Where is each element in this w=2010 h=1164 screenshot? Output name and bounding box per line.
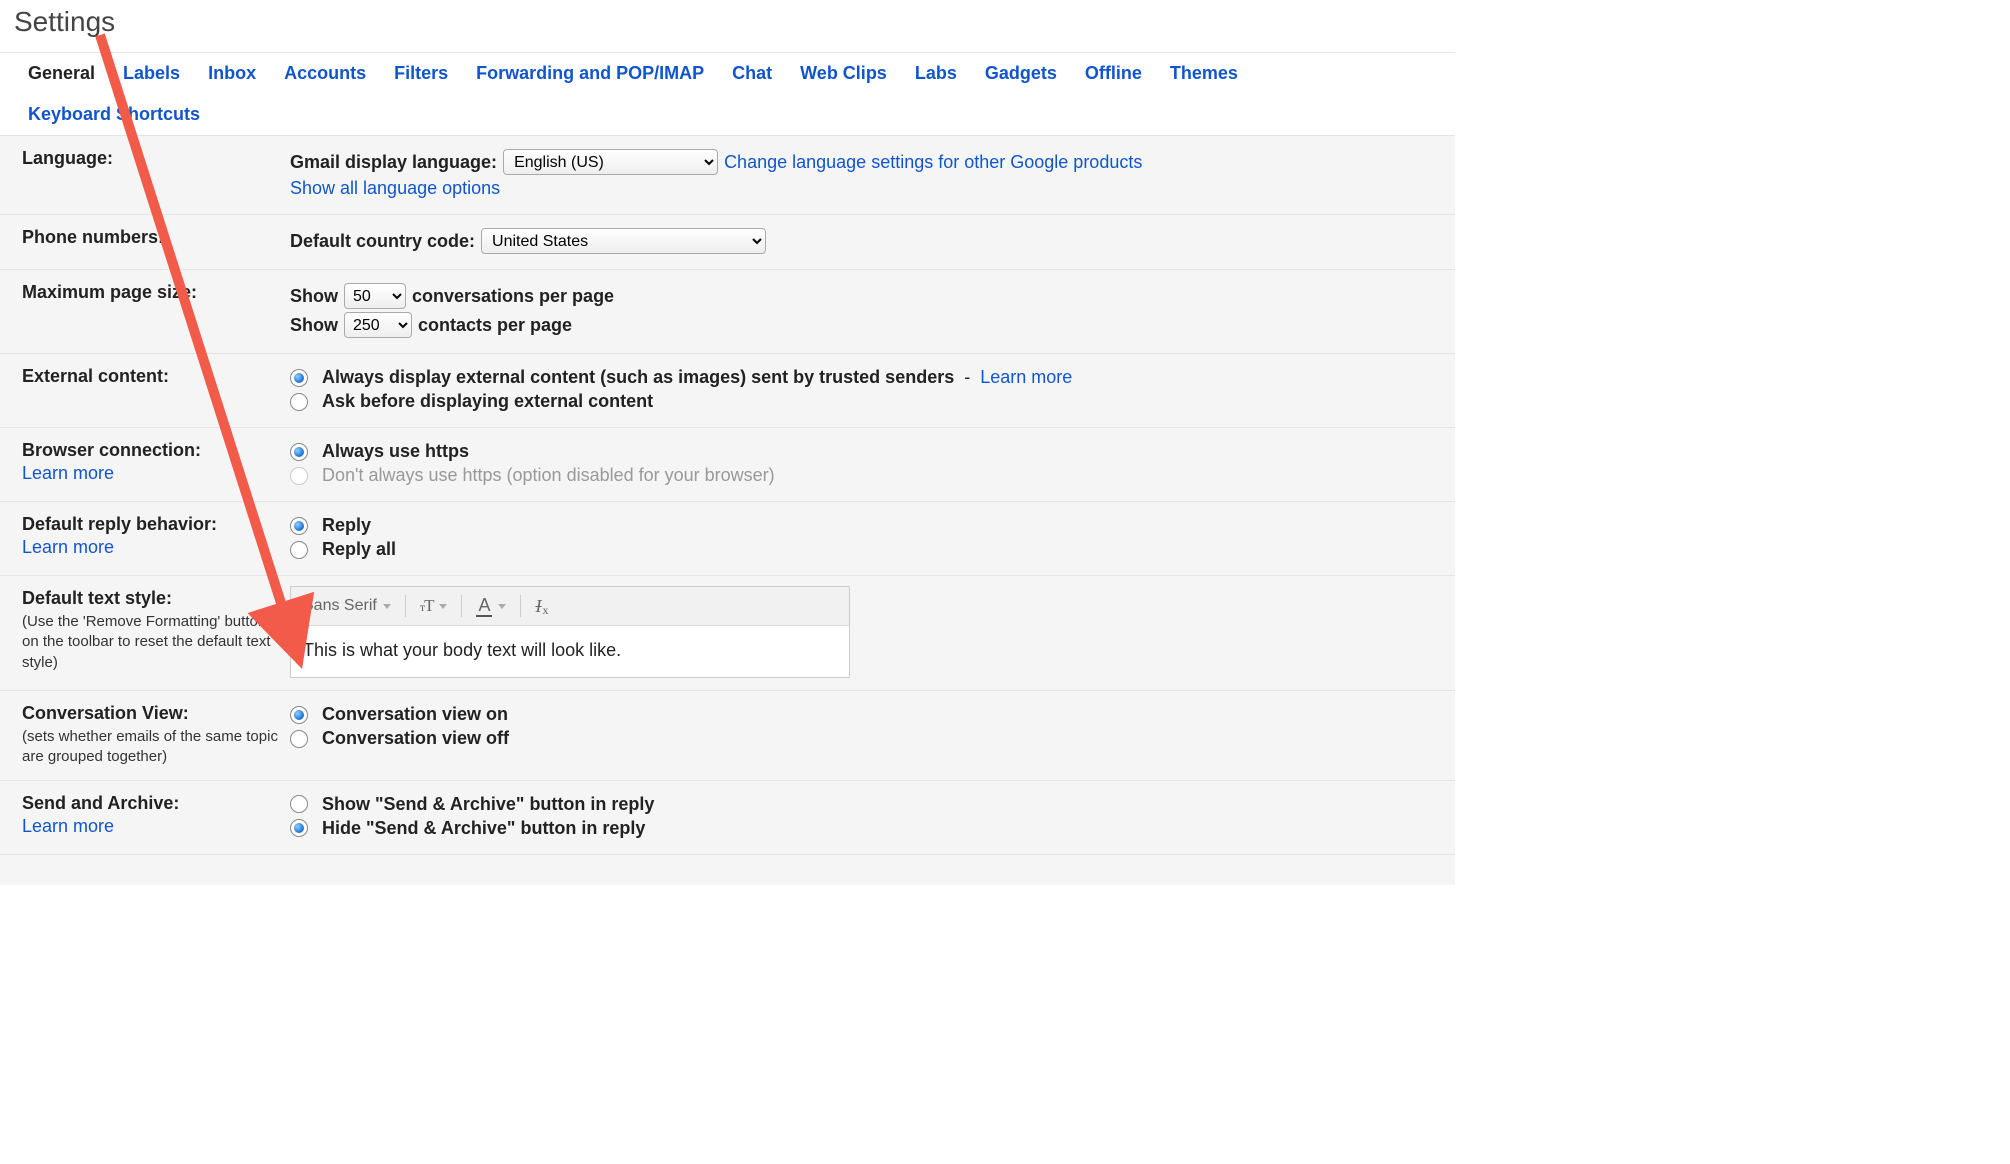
tab-web-clips[interactable]: Web Clips	[786, 53, 901, 94]
always-https-label: Always use https	[322, 441, 469, 462]
reply-label: Reply	[322, 515, 371, 536]
show-send-archive-label: Show "Send & Archive" button in reply	[322, 794, 654, 815]
row-default-reply: Default reply behavior: Learn more Reply…	[0, 502, 1455, 576]
tab-filters[interactable]: Filters	[380, 53, 462, 94]
conversation-off-label: Conversation view off	[322, 728, 509, 749]
dash: -	[964, 367, 970, 388]
tab-general[interactable]: General	[14, 53, 109, 94]
chevron-down-icon	[383, 604, 391, 609]
external-learn-more-link[interactable]: Learn more	[980, 367, 1072, 388]
dont-always-https-label: Don't always use https (option disabled …	[322, 465, 775, 486]
font-size-dropdown[interactable]: тT	[420, 596, 448, 616]
toolbar-separator	[461, 595, 462, 617]
radio-always-https[interactable]	[290, 443, 308, 461]
radio-show-send-archive[interactable]	[290, 795, 308, 813]
tab-keyboard-shortcuts[interactable]: Keyboard Shortcuts	[14, 94, 214, 135]
tab-gadgets[interactable]: Gadgets	[971, 53, 1071, 94]
reply-learn-more-link[interactable]: Learn more	[22, 537, 282, 558]
label-phone-numbers: Phone numbers:	[0, 225, 290, 257]
label-conversation-view: Conversation View:	[22, 703, 189, 723]
row-phone-numbers: Phone numbers: Default country code: Uni…	[0, 215, 1455, 270]
text-color-icon: A	[476, 596, 492, 617]
change-language-link[interactable]: Change language settings for other Googl…	[724, 152, 1142, 173]
country-code-select[interactable]: United States	[481, 228, 766, 254]
toolbar-separator	[405, 595, 406, 617]
send-archive-learn-more-link[interactable]: Learn more	[22, 816, 282, 837]
radio-dont-always-https	[290, 467, 308, 485]
row-browser-connection: Browser connection: Learn more Always us…	[0, 428, 1455, 502]
remove-formatting-button[interactable]: Ix	[535, 596, 547, 617]
tab-chat[interactable]: Chat	[718, 53, 786, 94]
label-max-page-size: Maximum page size:	[0, 280, 290, 341]
chevron-down-icon	[439, 604, 447, 609]
tab-accounts[interactable]: Accounts	[270, 53, 380, 94]
text-style-editor: Sans Serif тT A	[290, 586, 850, 678]
show-word-2: Show	[290, 315, 338, 336]
text-color-dropdown[interactable]: A	[476, 596, 506, 617]
contacts-per-page-select[interactable]: 250	[344, 312, 412, 338]
tabs-bar: GeneralLabelsInboxAccountsFiltersForward…	[0, 52, 1455, 136]
show-word-1: Show	[290, 286, 338, 307]
row-send-and-archive: Send and Archive: Learn more Show "Send …	[0, 781, 1455, 855]
radio-reply-all[interactable]	[290, 541, 308, 559]
label-default-text-style: Default text style:	[22, 588, 172, 608]
row-default-text-style: Default text style: (Use the 'Remove For…	[0, 576, 1455, 691]
label-default-reply: Default reply behavior:	[22, 514, 217, 534]
external-ask-label: Ask before displaying external content	[322, 391, 653, 412]
radio-external-ask[interactable]	[290, 393, 308, 411]
conversations-per-page-label: conversations per page	[412, 286, 614, 307]
toolbar-separator	[520, 595, 521, 617]
tab-themes[interactable]: Themes	[1156, 53, 1252, 94]
label-browser-connection: Browser connection:	[22, 440, 201, 460]
contacts-per-page-label: contacts per page	[418, 315, 572, 336]
font-family-dropdown[interactable]: Sans Serif	[303, 597, 391, 615]
row-language: Language: Gmail display language: Englis…	[0, 136, 1455, 215]
tab-inbox[interactable]: Inbox	[194, 53, 270, 94]
label-language: Language:	[0, 146, 290, 202]
row-max-page-size: Maximum page size: Show 50 conversations…	[0, 270, 1455, 354]
chevron-down-icon	[498, 604, 506, 609]
label-send-and-archive: Send and Archive:	[22, 793, 179, 813]
remove-formatting-icon: Ix	[535, 596, 547, 617]
hint-default-text-style: (Use the 'Remove Formatting' button on t…	[22, 612, 282, 673]
settings-body: Language: Gmail display language: Englis…	[0, 136, 1455, 885]
gmail-display-language-label: Gmail display language:	[290, 152, 497, 173]
reply-all-label: Reply all	[322, 539, 396, 560]
show-all-language-options-link[interactable]: Show all language options	[290, 178, 500, 199]
tab-labels[interactable]: Labels	[109, 53, 194, 94]
language-select[interactable]: English (US)	[503, 149, 718, 175]
radio-hide-send-archive[interactable]	[290, 819, 308, 837]
text-style-preview: This is what your body text will look li…	[291, 626, 849, 677]
radio-conversation-off[interactable]	[290, 730, 308, 748]
label-external-content: External content:	[0, 364, 290, 415]
radio-reply[interactable]	[290, 517, 308, 535]
row-conversation-view: Conversation View: (sets whether emails …	[0, 691, 1455, 781]
font-family-name: Sans Serif	[303, 597, 377, 615]
radio-conversation-on[interactable]	[290, 706, 308, 724]
row-external-content: External content: Always display externa…	[0, 354, 1455, 428]
radio-external-always[interactable]	[290, 369, 308, 387]
browser-learn-more-link[interactable]: Learn more	[22, 463, 282, 484]
hint-conversation-view: (sets whether emails of the same topic a…	[22, 727, 282, 768]
tab-offline[interactable]: Offline	[1071, 53, 1156, 94]
font-size-icon: тT	[420, 596, 434, 616]
external-always-label: Always display external content (such as…	[322, 367, 954, 388]
conversation-on-label: Conversation view on	[322, 704, 508, 725]
tab-forwarding-and-pop-imap[interactable]: Forwarding and POP/IMAP	[462, 53, 718, 94]
conversations-per-page-select[interactable]: 50	[344, 283, 406, 309]
hide-send-archive-label: Hide "Send & Archive" button in reply	[322, 818, 645, 839]
text-style-toolbar: Sans Serif тT A	[291, 587, 849, 626]
default-country-code-label: Default country code:	[290, 231, 475, 252]
tab-labs[interactable]: Labs	[901, 53, 971, 94]
page-title: Settings	[0, 0, 1455, 52]
